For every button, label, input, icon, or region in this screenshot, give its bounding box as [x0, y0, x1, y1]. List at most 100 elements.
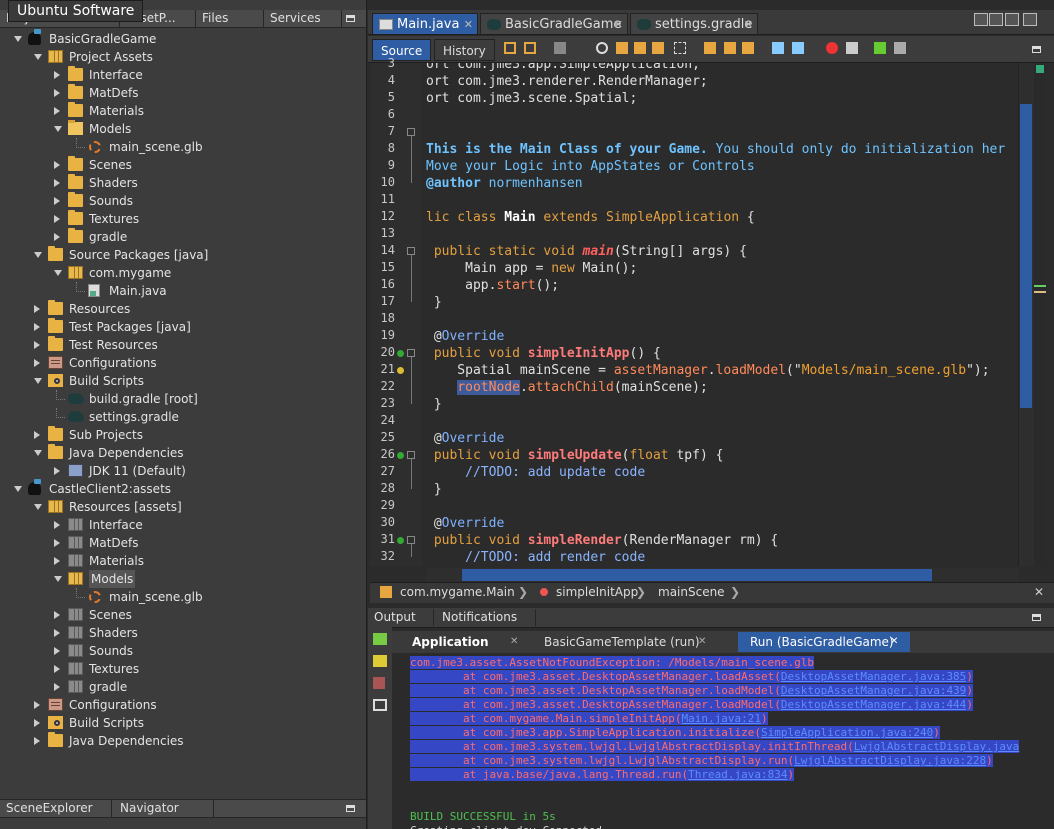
- toggle-highlight-icon[interactable]: [652, 42, 664, 54]
- stacktrace-link[interactable]: LwjglAbstractDisplay.java: [853, 740, 1020, 753]
- override-icon[interactable]: [397, 350, 404, 357]
- breadcrumb-class[interactable]: com.mygame.Main: [400, 585, 515, 599]
- breadcrumb-variable[interactable]: mainScene: [658, 585, 725, 599]
- chevron-right-icon[interactable]: [34, 305, 40, 313]
- tree-item[interactable]: JDK 11 (Default): [0, 462, 366, 480]
- tree-item[interactable]: Resources [assets]: [0, 498, 366, 516]
- tree-item[interactable]: Shaders: [0, 624, 366, 642]
- chevron-down-icon[interactable]: [14, 486, 22, 492]
- tab-history[interactable]: History: [434, 39, 495, 61]
- code-line[interactable]: ort com.jme3.app.SimpleApplication;: [426, 63, 700, 73]
- chevron-down-icon[interactable]: [14, 36, 22, 42]
- maximize-icon[interactable]: [1023, 13, 1037, 26]
- vertical-scroll-thumb[interactable]: [1020, 104, 1032, 408]
- chevron-right-icon[interactable]: [34, 323, 40, 331]
- tree-item[interactable]: Configurations: [0, 354, 366, 372]
- find-previous-icon[interactable]: [616, 42, 628, 54]
- tree-item[interactable]: CastleClient2:assets: [0, 479, 366, 498]
- output-line[interactable]: Creating client_dev_Connected: [410, 824, 602, 829]
- fold-toggle-icon[interactable]: [407, 128, 415, 136]
- chevron-right-icon[interactable]: [54, 179, 60, 187]
- fold-toggle-icon[interactable]: [407, 451, 415, 459]
- tree-item[interactable]: Shaders: [0, 174, 366, 192]
- tree-item[interactable]: MatDefs: [0, 84, 366, 102]
- chevron-down-icon[interactable]: [34, 504, 42, 510]
- chevron-right-icon[interactable]: [34, 359, 40, 367]
- tab-basic-gradle-game[interactable]: BasicGradleGame ✕: [480, 13, 628, 34]
- chevron-right-icon[interactable]: [54, 233, 60, 241]
- chevron-right-icon[interactable]: [54, 467, 60, 475]
- tree-item[interactable]: main_scene.glb: [0, 588, 366, 606]
- chevron-right-icon[interactable]: [34, 737, 40, 745]
- code-line[interactable]: rootNode.attachChild(mainScene);: [426, 379, 708, 396]
- minimize-icon[interactable]: [346, 805, 355, 812]
- tree-item[interactable]: Interface: [0, 516, 366, 534]
- tree-item[interactable]: Materials: [0, 102, 366, 120]
- tab-basic-game-template[interactable]: BasicGameTemplate (run): [532, 632, 718, 652]
- chevron-right-icon[interactable]: [54, 161, 60, 169]
- tree-item[interactable]: Java Dependencies: [0, 444, 366, 462]
- chevron-right-icon[interactable]: [54, 89, 60, 97]
- output-line[interactable]: at com.jme3.app.SimpleApplication.initia…: [410, 726, 940, 740]
- code-line[interactable]: //TODO: add update code: [426, 464, 645, 481]
- code-line[interactable]: @Override: [426, 430, 504, 447]
- stacktrace-link[interactable]: LwjglAbstractDisplay.java:228: [794, 754, 987, 767]
- output-line[interactable]: at java.base/java.lang.Thread.run(Thread…: [410, 768, 795, 782]
- chevron-right-icon[interactable]: [34, 431, 40, 439]
- shift-right-icon[interactable]: [792, 42, 804, 54]
- tree-item[interactable]: Sub Projects: [0, 426, 366, 444]
- comment-icon[interactable]: [874, 42, 886, 54]
- tree-item[interactable]: Textures: [0, 660, 366, 678]
- tab-settings-gradle[interactable]: settings.gradle ✕: [630, 13, 758, 34]
- rerun-icon[interactable]: [373, 633, 387, 645]
- tab-notifications[interactable]: Notifications: [436, 609, 536, 626]
- code-line[interactable]: }: [426, 396, 442, 413]
- close-icon[interactable]: ✕: [464, 14, 473, 35]
- output-console[interactable]: com.jme3.asset.AssetNotFoundException: /…: [392, 653, 1054, 829]
- tree-item[interactable]: Test Resources: [0, 336, 366, 354]
- chevron-right-icon[interactable]: [54, 557, 60, 565]
- stacktrace-link[interactable]: DesktopAssetManager.java:385: [780, 670, 967, 683]
- output-line[interactable]: BUILD SUCCESSFUL in 5s: [410, 810, 556, 824]
- chevron-right-icon[interactable]: [34, 701, 40, 709]
- tree-item[interactable]: build.gradle [root]: [0, 390, 366, 408]
- tree-item[interactable]: Resources: [0, 300, 366, 318]
- chevron-right-icon[interactable]: [54, 71, 60, 79]
- tree-item[interactable]: Main.java: [0, 282, 366, 300]
- rerun-with-params-icon[interactable]: [373, 655, 387, 667]
- tree-item[interactable]: Build Scripts: [0, 372, 366, 390]
- code-line[interactable]: This is the Main Class of your Game. You…: [426, 141, 1005, 158]
- tree-item[interactable]: Sounds: [0, 192, 366, 210]
- chevron-right-icon[interactable]: [54, 539, 60, 547]
- code-line[interactable]: public void simpleInitApp() {: [426, 345, 661, 362]
- chevron-right-icon[interactable]: [54, 611, 60, 619]
- selection-icon[interactable]: [674, 42, 686, 54]
- chevron-down-icon[interactable]: [34, 54, 42, 60]
- minimize-icon[interactable]: [1032, 614, 1041, 621]
- tree-item[interactable]: Java Dependencies: [0, 732, 366, 750]
- tree-item[interactable]: settings.gradle: [0, 408, 366, 426]
- code-line[interactable]: Spatial mainScene = assetManager.loadMod…: [426, 362, 989, 379]
- close-icon[interactable]: ✕: [1034, 585, 1044, 599]
- tree-item[interactable]: com.mygame: [0, 264, 366, 282]
- output-line[interactable]: at com.jme3.asset.DesktopAssetManager.lo…: [410, 684, 973, 698]
- code-line[interactable]: public void simpleUpdate(float tpf) {: [426, 447, 724, 464]
- close-icon[interactable]: ✕: [890, 636, 898, 647]
- code-line[interactable]: @author normenhansen: [426, 175, 583, 192]
- tree-item[interactable]: BasicGradleGame: [0, 29, 366, 48]
- code-line[interactable]: Move your Logic into AppStates or Contro…: [426, 158, 755, 175]
- tree-item[interactable]: Project Assets: [0, 48, 366, 66]
- code-line[interactable]: public void simpleRender(RenderManager r…: [426, 532, 778, 549]
- stop-icon[interactable]: [373, 677, 385, 689]
- chevron-down-icon[interactable]: [54, 126, 62, 132]
- code-line[interactable]: Main app = new Main();: [426, 260, 637, 277]
- tab-output[interactable]: Output: [368, 609, 434, 626]
- chevron-right-icon[interactable]: [54, 647, 60, 655]
- search-icon[interactable]: [596, 42, 608, 54]
- stacktrace-link[interactable]: Main.java:21: [681, 712, 762, 725]
- chevron-down-icon[interactable]: [54, 270, 62, 276]
- close-icon[interactable]: ✕: [614, 14, 623, 35]
- breadcrumb-method[interactable]: simpleInitApp: [556, 585, 638, 599]
- stacktrace-link[interactable]: DesktopAssetManager.java:444: [780, 698, 967, 711]
- stacktrace-link[interactable]: Thread.java:834: [688, 768, 788, 781]
